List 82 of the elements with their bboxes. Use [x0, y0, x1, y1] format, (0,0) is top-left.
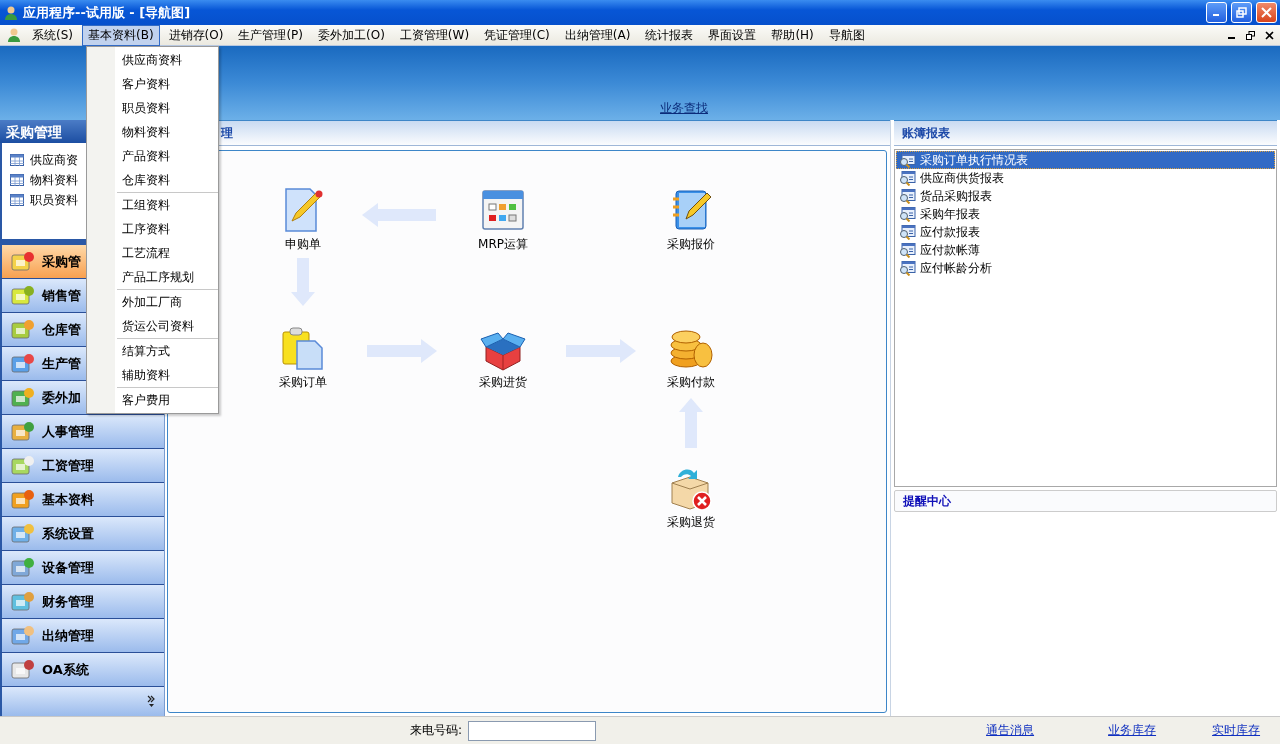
menu-item[interactable]: 导航图 — [822, 24, 871, 46]
menu-item[interactable]: 进销存(O) — [162, 24, 230, 46]
menu-item[interactable]: 产品资料 — [87, 144, 218, 168]
table-icon — [10, 194, 24, 206]
close-icon[interactable] — [1265, 30, 1274, 40]
status-link[interactable]: 通告消息 — [986, 722, 1035, 739]
flow-arrow — [566, 339, 636, 363]
grid-window-icon — [480, 187, 526, 233]
menu-item[interactable]: 系统(S) — [26, 24, 79, 46]
tree-item[interactable]: 职员资料 — [30, 191, 78, 209]
report-item[interactable]: 应付款报表 — [896, 223, 1275, 241]
panel-title: 理 — [221, 124, 233, 142]
module-button[interactable]: 工资管理 — [0, 449, 164, 483]
menu-item[interactable]: 仓库资料 — [87, 168, 218, 192]
menu-item[interactable]: 工资管理(W) — [393, 24, 476, 46]
window-title: 应用程序--试用版 - [导航图] — [23, 3, 192, 22]
report-item[interactable]: 应付帐龄分析 — [896, 259, 1275, 277]
restore-icon — [1236, 7, 1247, 18]
report-item[interactable]: 采购订单执行情况表 — [896, 151, 1275, 169]
module-button[interactable]: OA系统 — [0, 653, 164, 687]
menu-item[interactable]: 客户资料 — [87, 72, 218, 96]
module-button[interactable]: 人事管理 — [0, 415, 164, 449]
menu-item[interactable]: 生产管理(P) — [232, 24, 309, 46]
report-magnifier-icon — [899, 188, 916, 204]
workflow-button[interactable]: 采购订单 — [258, 325, 348, 391]
menu-item[interactable]: 出纳管理(A) — [558, 24, 637, 46]
restore-icon[interactable] — [1246, 30, 1255, 40]
menu-item[interactable]: 供应商资料 — [87, 48, 218, 72]
menu-item[interactable]: 委外加工(O) — [312, 24, 391, 46]
menu-item[interactable]: 工序资料 — [87, 217, 218, 241]
workflow-button[interactable]: 采购付款 — [646, 325, 736, 391]
report-magnifier-icon — [899, 260, 916, 276]
report-magnifier-icon — [899, 242, 916, 258]
status-link[interactable]: 业务库存 — [1108, 722, 1157, 739]
report-magnifier-icon — [899, 206, 916, 222]
module-button[interactable]: 设备管理 — [0, 551, 164, 585]
panel-title: 提醒中心 — [903, 492, 951, 510]
workflow-button[interactable]: 采购报价 — [646, 187, 736, 253]
menu-item[interactable]: 帮助(H) — [765, 24, 820, 46]
search-link[interactable]: 业务查找 — [660, 100, 708, 117]
report-item[interactable]: 货品采购报表 — [896, 187, 1275, 205]
tree-item[interactable]: 供应商资 — [30, 151, 78, 169]
workflow-button[interactable]: MRP运算 — [458, 187, 548, 253]
report-item[interactable]: 应付款帐薄 — [896, 241, 1275, 259]
menu-item[interactable]: 界面设置 — [702, 24, 763, 46]
module-button[interactable]: 财务管理 — [0, 585, 164, 619]
table-icon — [10, 174, 24, 186]
close-icon — [1261, 7, 1272, 18]
menu-item[interactable]: 基本资料(B) — [82, 24, 160, 46]
panel-title: 采购管理 — [6, 123, 62, 142]
clipboard-document-icon — [280, 325, 326, 371]
chevron-down-icon[interactable] — [147, 695, 156, 708]
module-button[interactable]: 出纳管理 — [0, 619, 164, 653]
module-button[interactable]: 基本资料 — [0, 483, 164, 517]
flow-arrow — [291, 258, 315, 306]
report-magnifier-icon — [899, 152, 916, 168]
minimize-button[interactable] — [1206, 2, 1227, 23]
phone-label: 来电号码: — [410, 722, 463, 739]
table-icon — [10, 154, 24, 166]
phone-field[interactable] — [468, 720, 597, 741]
close-button[interactable] — [1256, 2, 1277, 23]
user-icon — [3, 4, 19, 21]
flow-arrow — [367, 339, 437, 363]
user-icon — [6, 27, 22, 43]
module-button[interactable]: 系统设置 — [0, 517, 164, 551]
status-link[interactable]: 实时库存 — [1212, 722, 1261, 739]
menu-item[interactable]: 职员资料 — [87, 96, 218, 120]
report-magnifier-icon — [899, 170, 916, 186]
restore-button[interactable] — [1231, 2, 1252, 23]
workflow-button[interactable]: 采购退货 — [646, 465, 736, 531]
flow-arrow — [679, 398, 703, 448]
report-magnifier-icon — [899, 224, 916, 240]
menu-item[interactable]: 统计报表 — [639, 24, 700, 46]
report-item[interactable]: 供应商供货报表 — [896, 169, 1275, 187]
workflow-button[interactable]: 申购单 — [258, 187, 348, 253]
menu-item[interactable]: 物料资料 — [87, 120, 218, 144]
tree-item[interactable]: 物料资料 — [30, 171, 78, 189]
report-item[interactable]: 采购年报表 — [896, 205, 1275, 223]
panel-title: 账簿报表 — [902, 124, 950, 142]
workflow-button[interactable]: 采购进货 — [458, 325, 548, 391]
menu-item[interactable]: 工组资料 — [87, 193, 218, 217]
menu-item[interactable]: 凭证管理(C) — [478, 24, 556, 46]
